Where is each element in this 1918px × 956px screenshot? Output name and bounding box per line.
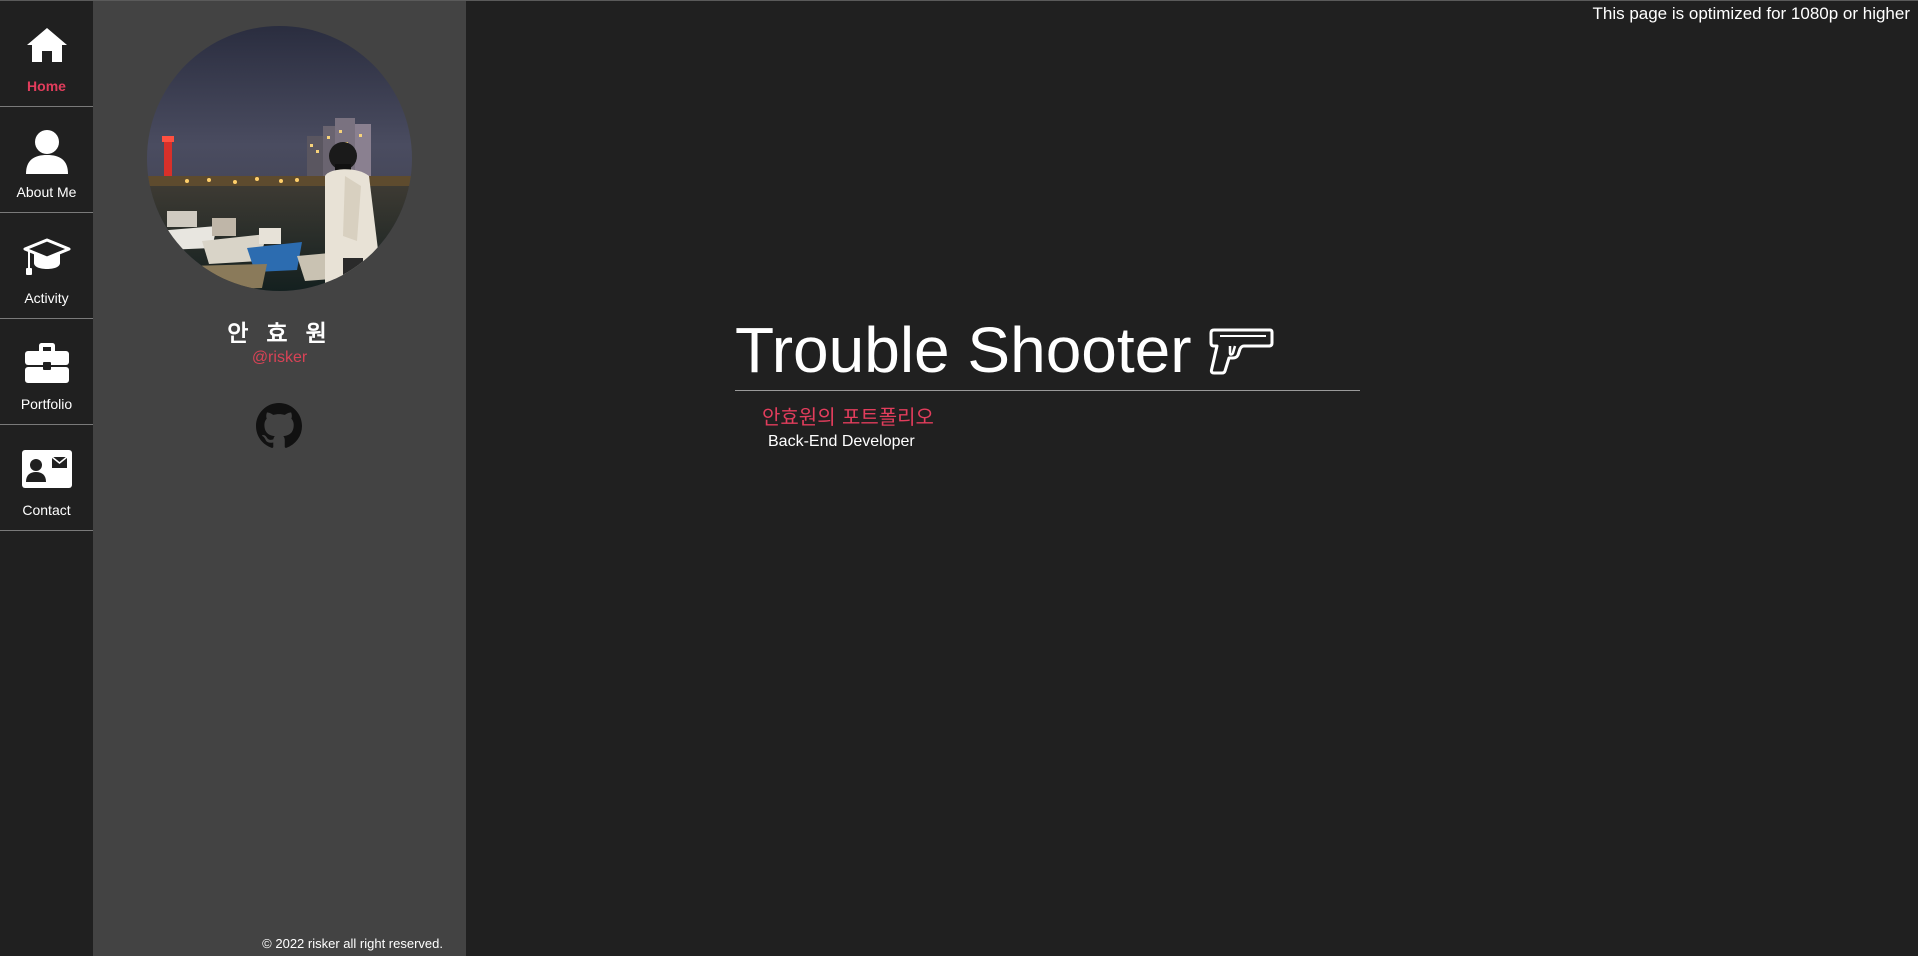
pistol-icon xyxy=(1208,327,1274,375)
side-nav: Home About Me Activity Portfolio Contact xyxy=(0,1,93,956)
copyright-text: © 2022 risker all right reserved. xyxy=(262,936,443,951)
hero-section: Trouble Shooter 안효원의 포트폴리오 Back-End Deve… xyxy=(735,313,1360,451)
profile-avatar xyxy=(147,26,412,291)
profile-handle: @risker xyxy=(251,349,308,366)
hero-title-row: Trouble Shooter xyxy=(735,313,1360,388)
graduation-cap-icon xyxy=(21,233,73,281)
profile-name: 안 효 원 xyxy=(227,321,332,347)
nav-item-about-me[interactable]: About Me xyxy=(0,107,93,213)
profile-panel: 안 효 원 @risker © 2022 risker all right re… xyxy=(93,1,466,956)
page: Home About Me Activity Portfolio Contact… xyxy=(0,0,1918,956)
nav-item-activity[interactable]: Activity xyxy=(0,213,93,319)
nav-item-home[interactable]: Home xyxy=(0,1,93,107)
nav-label-contact: Contact xyxy=(22,502,71,518)
nav-label-home: Home xyxy=(27,78,66,94)
user-icon xyxy=(21,127,73,175)
nav-item-contact[interactable]: Contact xyxy=(0,425,93,531)
hero-title: Trouble Shooter xyxy=(735,314,1192,386)
briefcase-icon xyxy=(21,339,73,387)
nav-label-about-me: About Me xyxy=(16,184,77,200)
nav-label-portfolio: Portfolio xyxy=(20,396,73,412)
resolution-notice: This page is optimized for 1080p or high… xyxy=(1592,4,1910,23)
hero-divider xyxy=(735,390,1360,391)
hero-subtitle: 안효원의 포트폴리오 xyxy=(762,405,934,429)
github-icon xyxy=(256,403,302,453)
nav-label-activity: Activity xyxy=(24,290,69,306)
hero-role: Back-End Developer xyxy=(768,433,915,450)
github-link[interactable] xyxy=(256,403,302,449)
home-icon xyxy=(21,21,73,69)
nav-item-portfolio[interactable]: Portfolio xyxy=(0,319,93,425)
contact-card-icon xyxy=(21,445,73,493)
